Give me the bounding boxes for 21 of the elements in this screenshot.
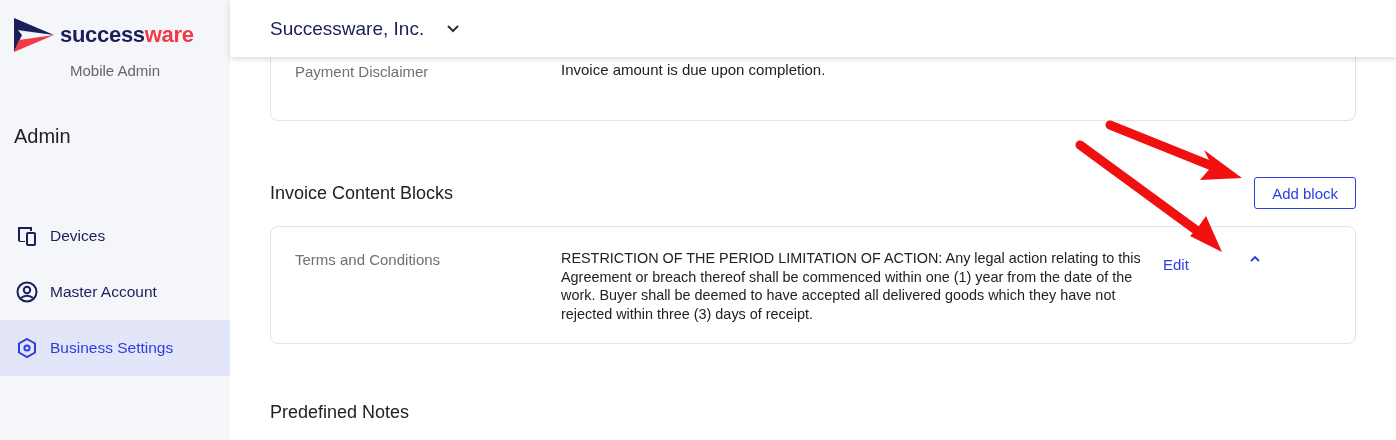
company-selector[interactable]: Successware, Inc.	[270, 17, 461, 40]
settings-icon	[16, 337, 38, 359]
logo-icon	[14, 18, 54, 52]
setting-value: Invoice amount is due upon completion.	[561, 61, 826, 80]
block-text: RESTRICTION OF THE PERIOD LIMITATION OF ACTION: Any legal action relating to this Agreement or breach thereof shall be commenced within one (1) year from the date of the work. Buyer shall be deemed to have accepted all delivered goods which they have not rejected within three (3) days of receipt.	[561, 249, 1142, 323]
block-label: Terms and Conditions	[295, 251, 441, 268]
sidebar-item[interactable]: Business Settings	[0, 320, 230, 376]
user-icon	[16, 281, 38, 303]
setting-label: Payment Disclaimer	[295, 63, 429, 80]
brand-name: successware	[60, 22, 194, 48]
sidebar-title: Admin	[14, 125, 71, 148]
add-block-button[interactable]: Add block	[1254, 177, 1356, 209]
chevron-up-icon[interactable]	[1248, 255, 1261, 263]
app-subtitle: Mobile Admin	[69, 62, 160, 79]
sidebar-item[interactable]: Master Account	[0, 264, 230, 320]
devices-icon	[16, 225, 38, 247]
section-title: Invoice Content Blocks	[270, 182, 454, 204]
edit-link[interactable]: Edit	[1163, 254, 1189, 274]
sidebar-item[interactable]: Devices	[0, 208, 230, 264]
section-title: Predefined Notes	[270, 402, 410, 423]
chevron-down-icon	[446, 24, 461, 33]
